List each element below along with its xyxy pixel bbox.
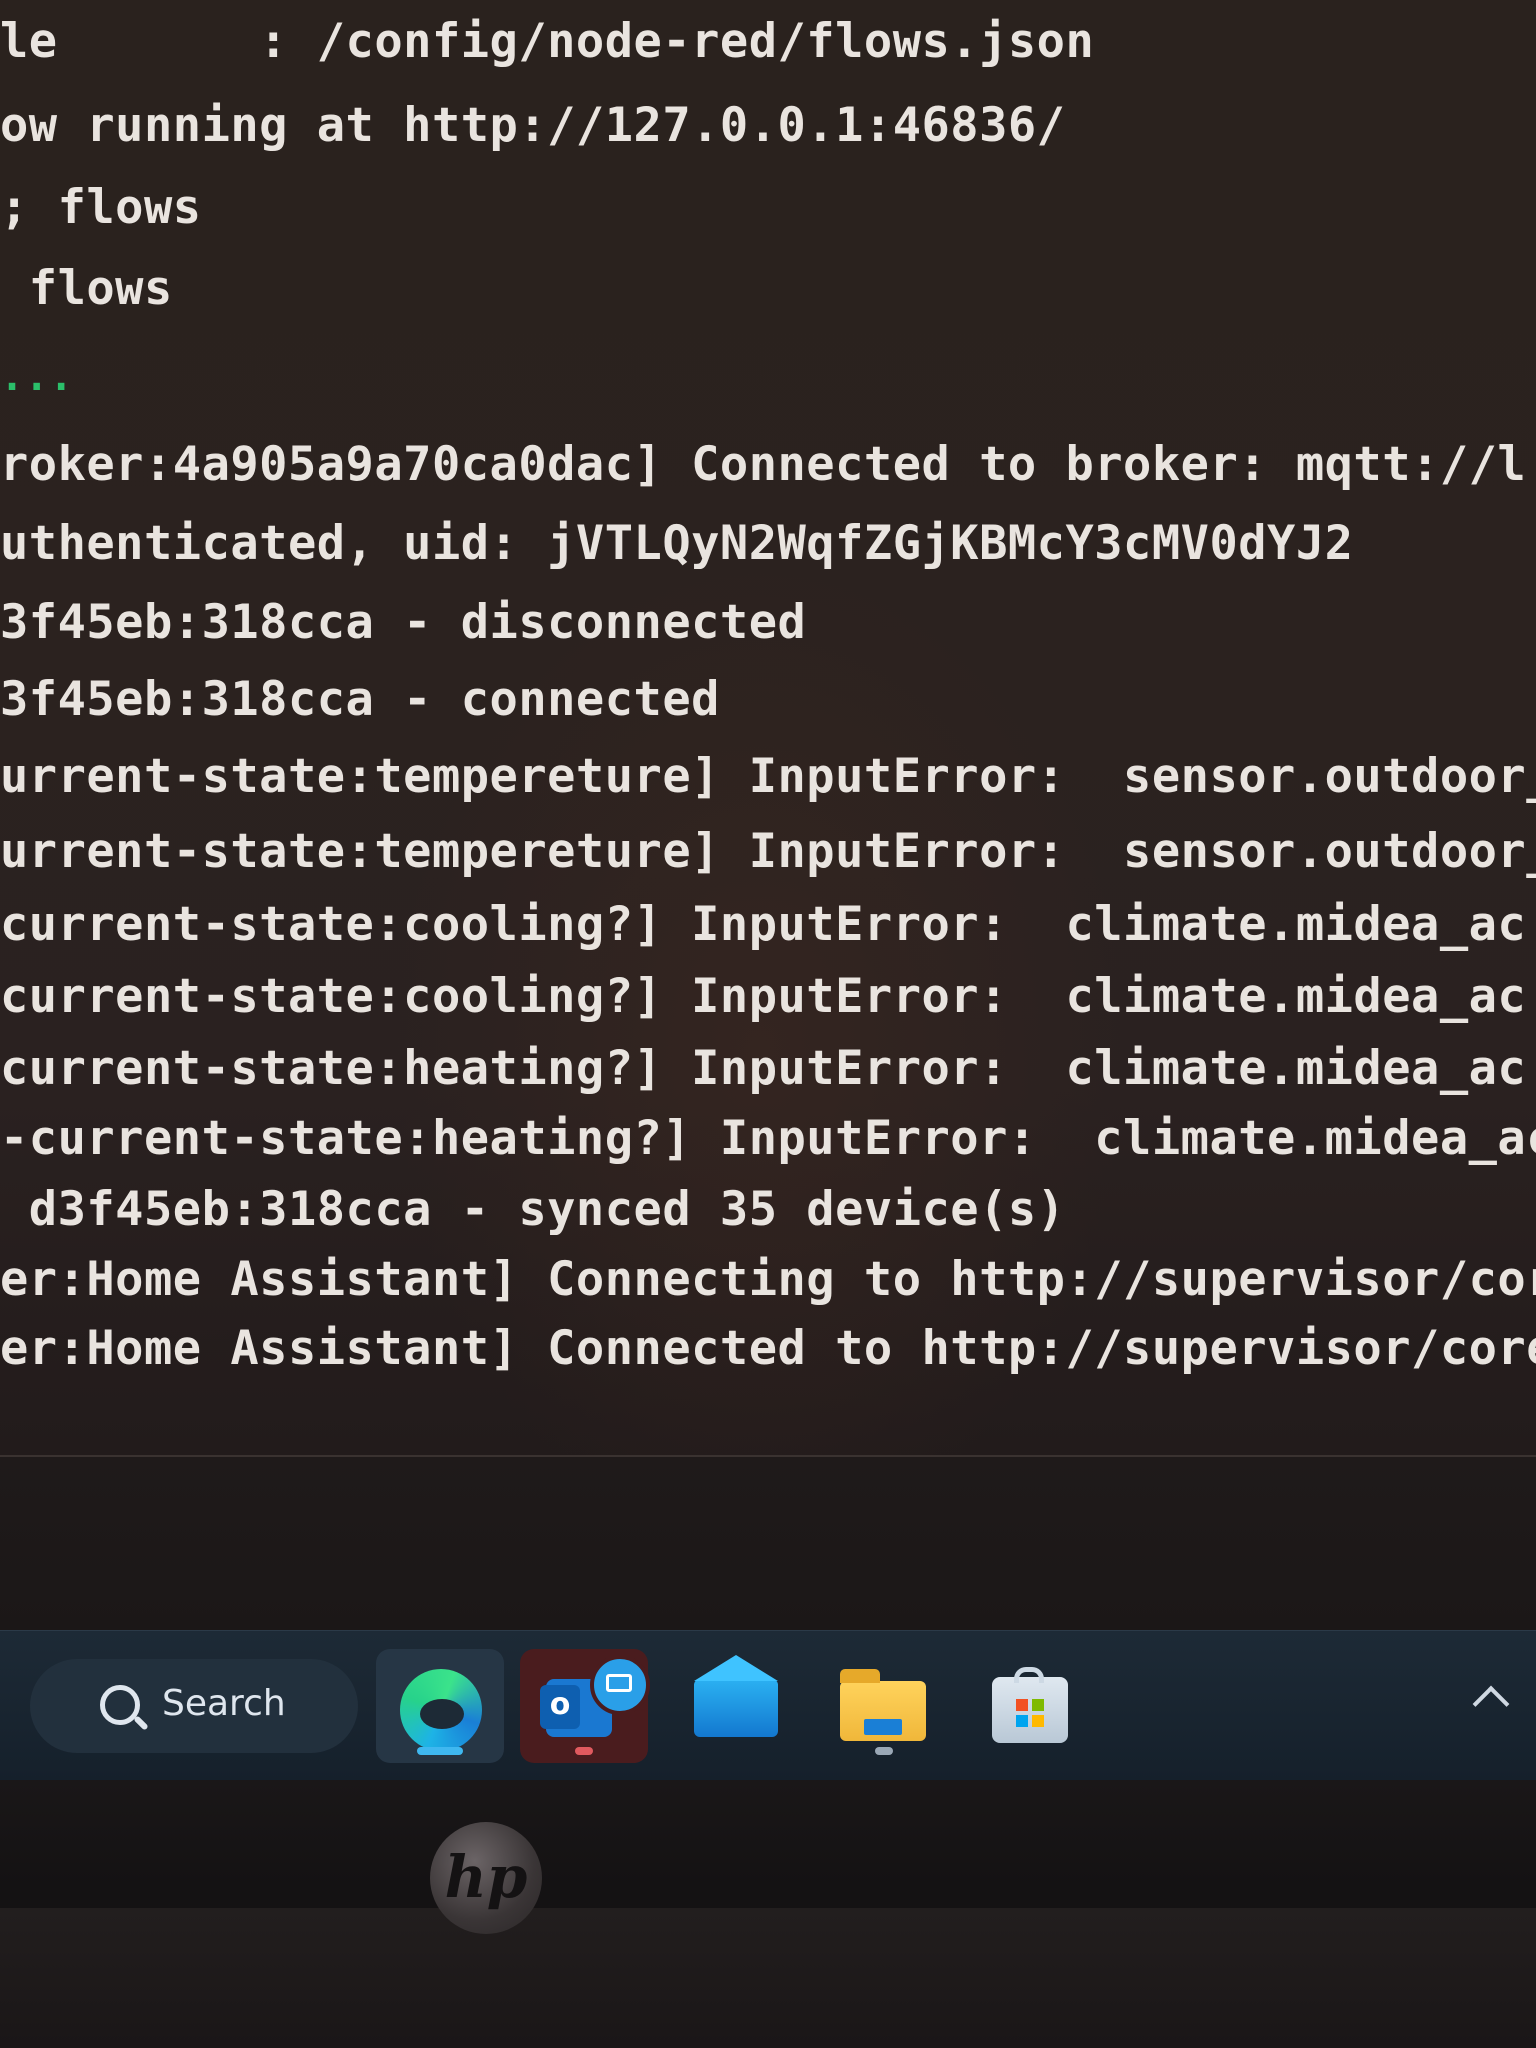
log-line: le : /config/node-red/flows.json (0, 14, 1095, 69)
taskbar: Search (0, 1630, 1536, 1781)
terminal-window[interactable]: le : /config/node-red/flows.json ow runni… (0, 0, 1536, 1455)
search-label: Search (162, 1683, 286, 1724)
log-line: uthenticated, uid: jVTLQyN2WqfZGjKBMcY3c… (0, 516, 1354, 571)
running-indicator (575, 1747, 593, 1755)
laptop-bezel: hp (0, 1780, 1536, 2048)
folder-icon (840, 1669, 926, 1741)
taskbar-app-edge[interactable] (376, 1649, 504, 1763)
search-icon (100, 1685, 140, 1725)
active-indicator (417, 1747, 463, 1755)
log-line: current-state:cooling?] InputError: clim… (0, 969, 1527, 1024)
log-line: current-state:cooling?] InputError: clim… (0, 897, 1527, 952)
mail-icon (694, 1655, 778, 1737)
log-line: ; flows (0, 180, 202, 235)
log-line: d3f45eb:318cca - synced 35 device(s) (0, 1182, 1066, 1237)
log-line: ... (0, 354, 74, 400)
log-line: ow running at http://127.0.0.1:46836/ (0, 98, 1066, 153)
taskbar-search-button[interactable]: Search (30, 1659, 358, 1753)
edge-icon (400, 1669, 482, 1751)
log-line: er:Home Assistant] Connected to http://s… (0, 1321, 1536, 1376)
taskbar-app-outlook[interactable] (520, 1649, 650, 1763)
mail-badge-icon (590, 1655, 650, 1715)
store-icon (992, 1667, 1068, 1743)
log-line: urrent-state:tempereture] InputError: se… (0, 824, 1536, 879)
log-line: urrent-state:tempereture] InputError: se… (0, 749, 1536, 804)
log-line: 3f45eb:318cca - disconnected (0, 595, 807, 650)
hp-logo-icon: hp (430, 1822, 542, 1934)
log-line: current-state:heating?] InputError: clim… (0, 1041, 1527, 1096)
log-line: er:Home Assistant] Connecting to http://… (0, 1252, 1536, 1307)
chevron-up-icon[interactable] (1472, 1685, 1510, 1723)
log-line: -current-state:heating?] InputError: cli… (0, 1111, 1536, 1166)
taskbar-app-mail[interactable] (672, 1649, 800, 1763)
running-indicator (875, 1747, 893, 1755)
taskbar-app-file-explorer[interactable] (820, 1649, 948, 1763)
log-line: flows (0, 261, 173, 316)
bezel-edge (0, 1908, 1536, 2048)
log-line: roker:4a905a9a70ca0dac] Connected to bro… (0, 437, 1527, 492)
log-line: 3f45eb:318cca - connected (0, 672, 720, 727)
terminal-empty-area (0, 1457, 1536, 1630)
taskbar-app-microsoft-store[interactable] (966, 1649, 1094, 1763)
